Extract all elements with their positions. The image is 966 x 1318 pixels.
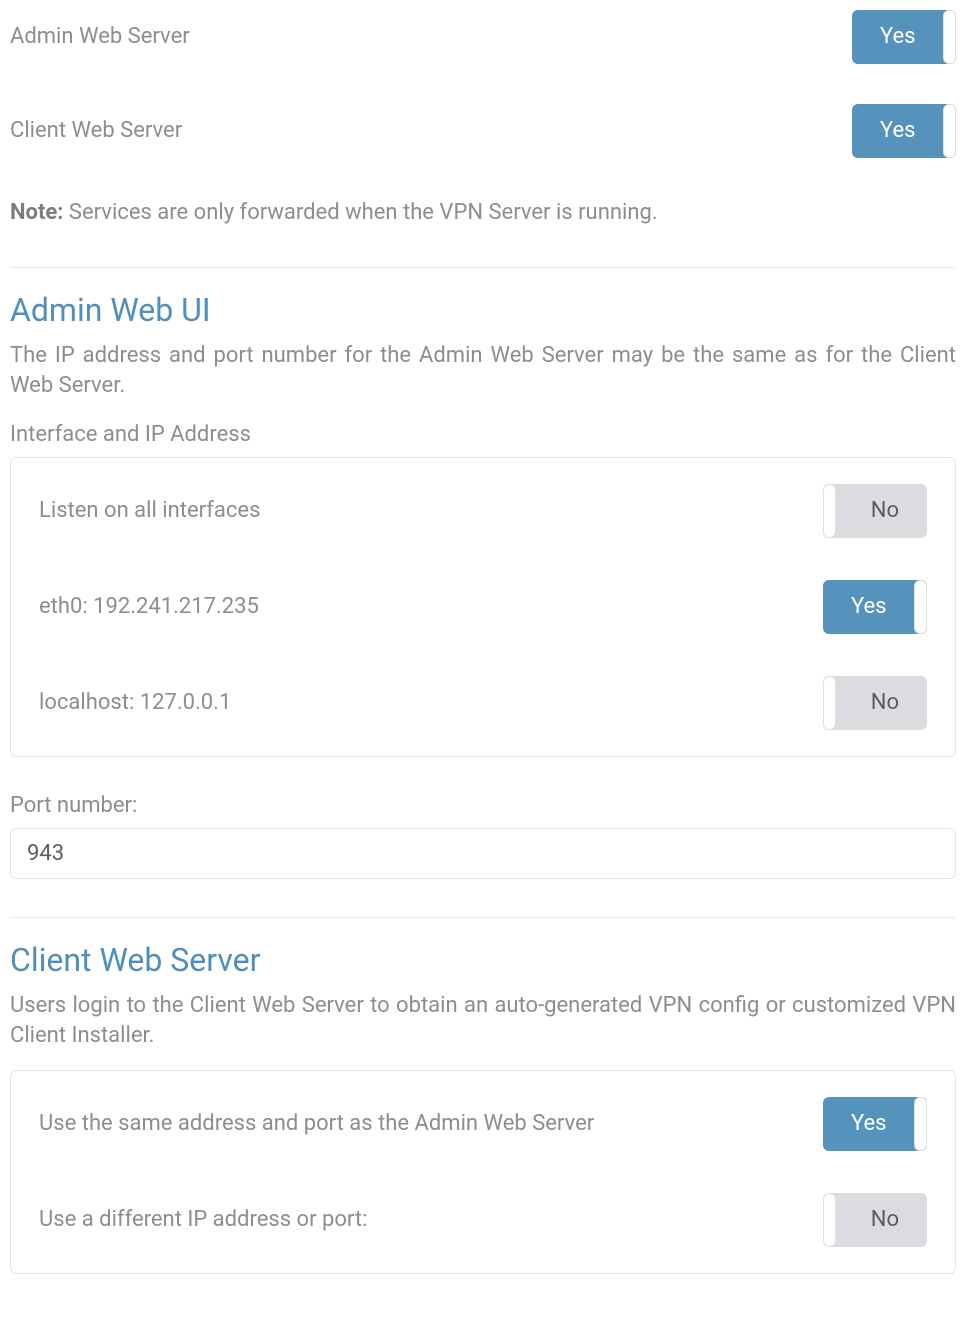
toggle-handle: [823, 676, 836, 730]
interface-label-localhost: localhost: 127.0.0.1: [39, 688, 231, 719]
admin-web-ui-title: Admin Web UI: [10, 288, 956, 333]
admin-web-server-row: Admin Web Server Yes: [10, 10, 956, 64]
client-option-same: Use the same address and port as the Adm…: [39, 1097, 927, 1151]
interface-toggle-localhost[interactable]: No: [823, 676, 927, 730]
toggle-handle: [943, 10, 956, 64]
client-web-server-label: Client Web Server: [10, 116, 182, 147]
toggle-text: Yes: [880, 22, 916, 53]
interface-box: Listen on all interfaces No eth0: 192.24…: [10, 457, 956, 757]
client-option-same-toggle[interactable]: Yes: [823, 1097, 927, 1151]
admin-web-server-label: Admin Web Server: [10, 22, 190, 53]
interface-label-all: Listen on all interfaces: [39, 496, 260, 527]
toggle-handle: [914, 1097, 927, 1151]
client-option-same-label: Use the same address and port as the Adm…: [39, 1109, 594, 1140]
client-option-different-toggle[interactable]: No: [823, 1193, 927, 1247]
toggle-text: No: [871, 496, 899, 527]
toggle-handle: [823, 484, 836, 538]
client-web-server-row: Client Web Server Yes: [10, 104, 956, 158]
client-web-server-toggle[interactable]: Yes: [852, 104, 956, 158]
section-divider: [10, 917, 956, 918]
toggle-text: No: [871, 1205, 899, 1236]
client-option-different: Use a different IP address or port: No: [39, 1193, 927, 1247]
interface-row-localhost: localhost: 127.0.0.1 No: [39, 676, 927, 730]
port-number-label: Port number:: [10, 791, 956, 822]
client-web-server-title: Client Web Server: [10, 938, 956, 983]
port-number-input[interactable]: [10, 828, 956, 879]
note-prefix: Note:: [10, 200, 63, 225]
toggle-handle: [823, 1193, 836, 1247]
client-web-server-description: Users login to the Client Web Server to …: [10, 991, 956, 1053]
note-body: Services are only forwarded when the VPN…: [63, 200, 657, 225]
toggle-text: No: [871, 688, 899, 719]
admin-web-server-toggle[interactable]: Yes: [852, 10, 956, 64]
interface-toggle-all[interactable]: No: [823, 484, 927, 538]
toggle-text: Yes: [851, 1109, 887, 1140]
toggle-text: Yes: [851, 592, 887, 623]
toggle-handle: [943, 104, 956, 158]
admin-web-ui-description: The IP address and port number for the A…: [10, 341, 956, 403]
toggle-text: Yes: [880, 116, 916, 147]
interface-row-eth0: eth0: 192.241.217.235 Yes: [39, 580, 927, 634]
section-divider: [10, 267, 956, 268]
interface-toggle-eth0[interactable]: Yes: [823, 580, 927, 634]
client-web-server-box: Use the same address and port as the Adm…: [10, 1070, 956, 1274]
client-option-different-label: Use a different IP address or port:: [39, 1205, 367, 1236]
toggle-handle: [914, 580, 927, 634]
interface-label: Interface and IP Address: [10, 420, 956, 451]
interface-row-all: Listen on all interfaces No: [39, 484, 927, 538]
interface-label-eth0: eth0: 192.241.217.235: [39, 592, 259, 623]
note-text: Note: Services are only forwarded when t…: [10, 198, 956, 229]
